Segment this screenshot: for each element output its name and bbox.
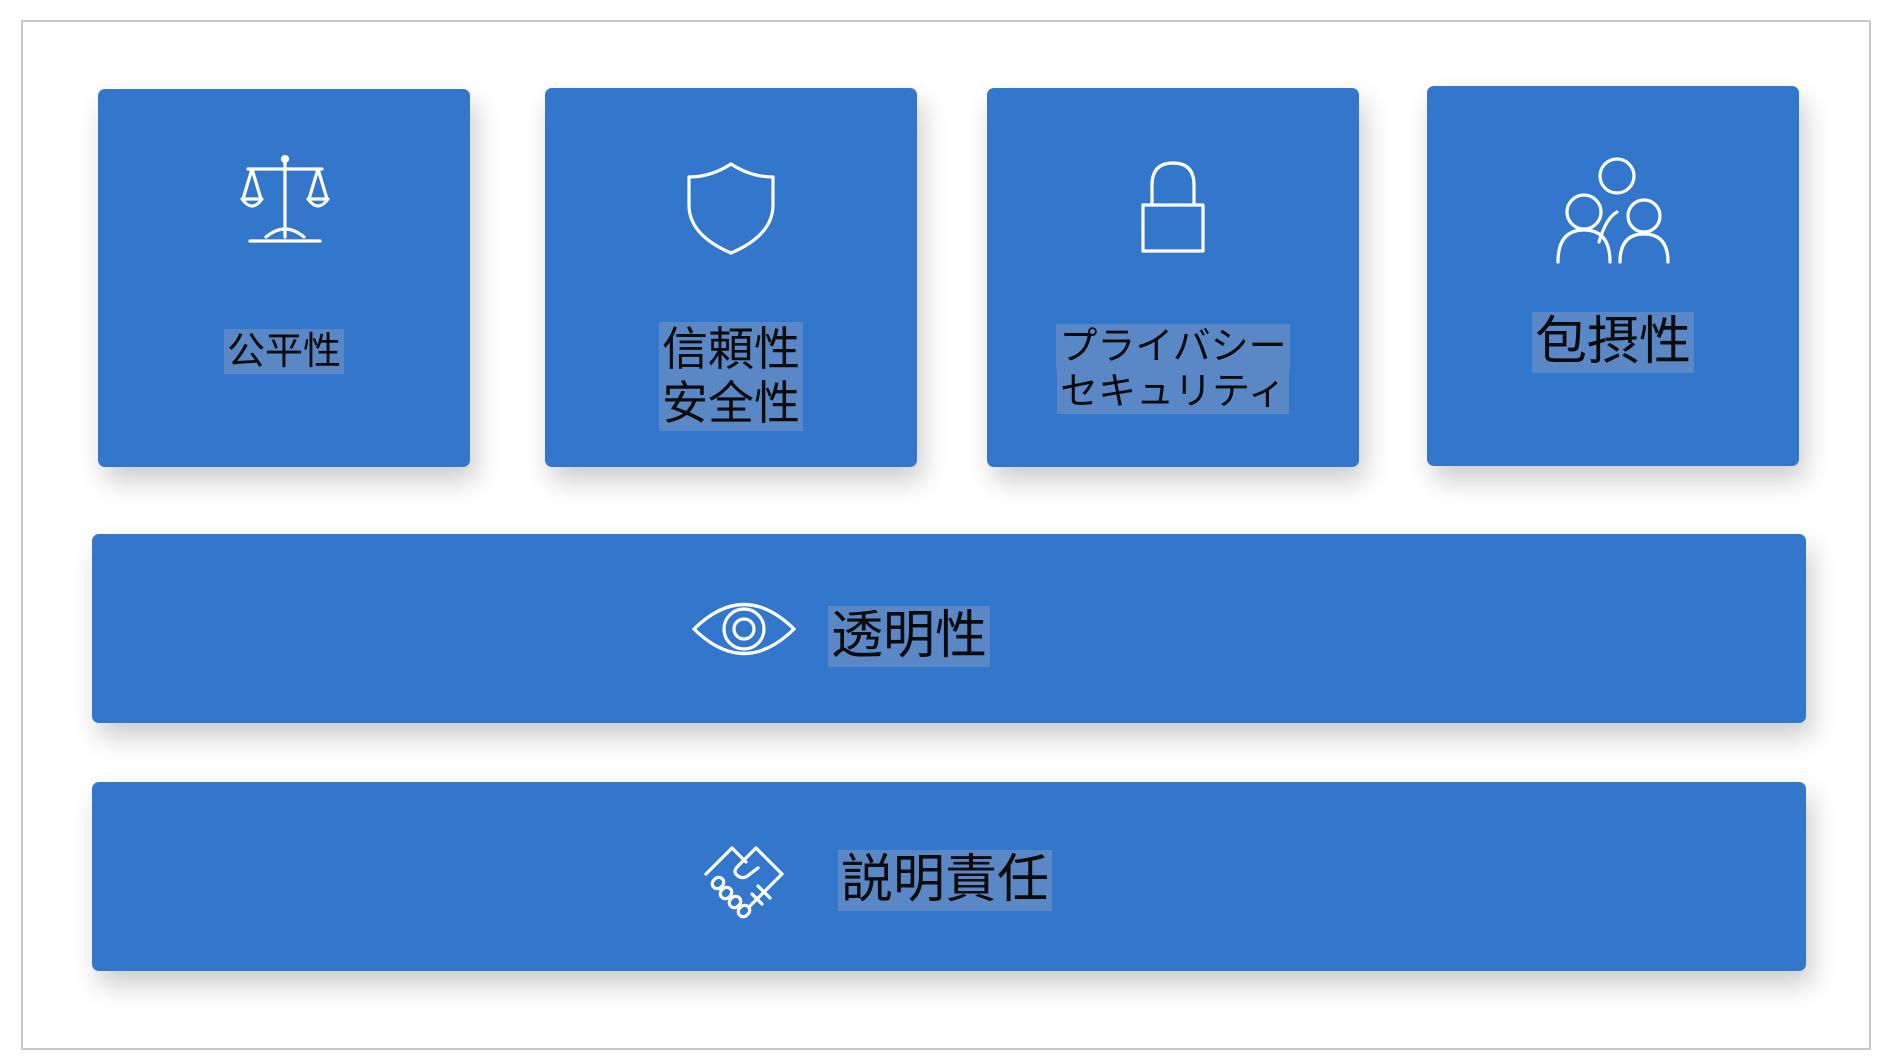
shield-icon — [687, 162, 775, 255]
label-line: 透明性 — [828, 606, 991, 668]
label-line: 信頼性 — [659, 322, 803, 377]
label-line: 包摂性 — [1531, 312, 1694, 374]
card-privacy-security: プライバシー セキュリティ — [987, 88, 1359, 467]
label-line: 説明責任 — [838, 850, 1053, 912]
card-inclusiveness: 包摂性 — [1427, 86, 1799, 466]
diagram-frame: 公平性 信頼性 安全性 プライバシー セキュリティ 包摂性 透明性 説明責任 — [21, 20, 1871, 1050]
bar-transparency-label: 透明性 — [828, 606, 991, 668]
card-fairness-label: 公平性 — [98, 329, 470, 374]
eye-icon — [691, 602, 797, 656]
people-group-icon — [1556, 157, 1670, 264]
padlock-icon — [1141, 161, 1205, 253]
card-fairness: 公平性 — [98, 89, 470, 467]
bar-transparency: 透明性 — [92, 534, 1806, 723]
label-line: プライバシー — [1056, 324, 1290, 369]
bar-accountability-label: 説明責任 — [838, 850, 1053, 912]
label-line: 公平性 — [223, 329, 344, 374]
scales-icon — [240, 154, 330, 243]
handshake-icon — [704, 846, 784, 919]
bar-accountability: 説明責任 — [92, 782, 1806, 971]
card-reliability-safety-label: 信頼性 安全性 — [545, 322, 917, 431]
card-inclusiveness-label: 包摂性 — [1427, 312, 1799, 374]
label-line: セキュリティ — [1057, 368, 1289, 414]
label-line: 安全性 — [659, 376, 803, 431]
card-privacy-security-label: プライバシー セキュリティ — [987, 324, 1359, 414]
card-reliability-safety: 信頼性 安全性 — [545, 88, 917, 467]
